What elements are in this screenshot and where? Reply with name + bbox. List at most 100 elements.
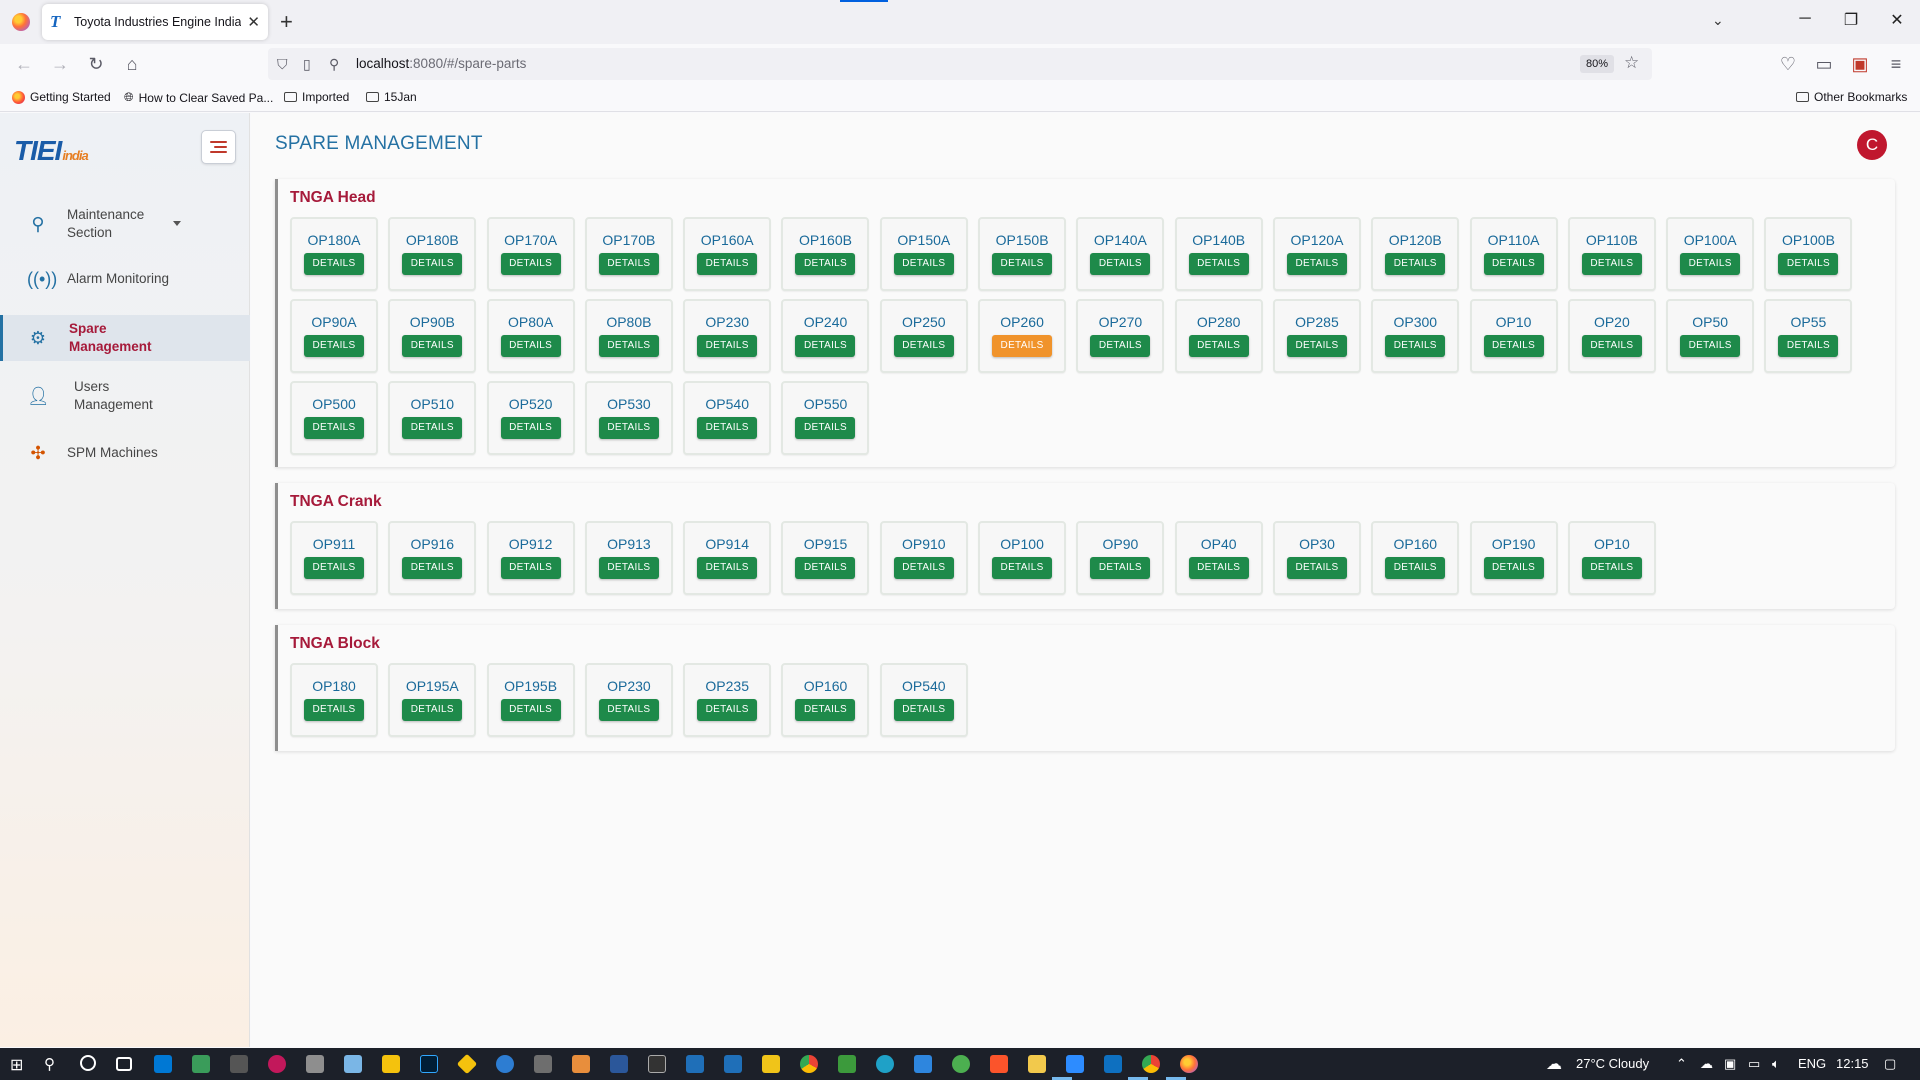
details-button[interactable]: DETAILS	[893, 335, 954, 357]
search-icon[interactable]: ⚲	[44, 1055, 62, 1073]
details-button[interactable]: DETAILS	[697, 253, 758, 275]
details-button[interactable]: DETAILS	[893, 557, 954, 579]
details-button[interactable]: DETAILS	[1090, 253, 1151, 275]
edge-icon[interactable]	[876, 1055, 894, 1073]
app-icon[interactable]	[686, 1055, 704, 1073]
app-icon[interactable]	[496, 1055, 514, 1073]
chrome-icon[interactable]	[800, 1055, 818, 1073]
word-icon[interactable]	[610, 1055, 628, 1073]
bookmark-folder-other[interactable]: Other Bookmarks	[1796, 90, 1907, 104]
details-button[interactable]: DETAILS	[1680, 253, 1741, 275]
browser-tab[interactable]: T Toyota Industries Engine India ✕	[42, 4, 268, 40]
details-button[interactable]: DETAILS	[1286, 253, 1347, 275]
details-button[interactable]: DETAILS	[1286, 557, 1347, 579]
terminal-icon[interactable]	[648, 1055, 666, 1073]
tray-app-icon[interactable]: ▣	[1724, 1056, 1736, 1072]
details-button[interactable]: DETAILS	[402, 417, 463, 439]
sidebar-item-maintenance[interactable]: ⚲ Maintenance Section	[0, 199, 250, 249]
details-button[interactable]: DETAILS	[598, 253, 659, 275]
back-icon[interactable]: ←	[12, 52, 36, 76]
sidebar-item-alarm[interactable]: ((•)) Alarm Monitoring	[0, 261, 250, 297]
list-all-tabs-icon[interactable]: ⌄	[1712, 12, 1724, 29]
details-button[interactable]: DETAILS	[304, 699, 364, 721]
details-button[interactable]: DETAILS	[697, 699, 758, 721]
details-button[interactable]: DETAILS	[795, 557, 856, 579]
app-icon[interactable]	[192, 1055, 210, 1073]
pocket-icon[interactable]: ♡	[1776, 52, 1800, 76]
bookmark-star-icon[interactable]: ☆	[1624, 53, 1639, 73]
close-window-icon[interactable]: ✕	[1882, 10, 1912, 30]
home-icon[interactable]: ⌂	[120, 52, 144, 76]
app-icon[interactable]	[572, 1055, 590, 1073]
details-button[interactable]: DETAILS	[893, 253, 954, 275]
reload-icon[interactable]: ↻	[84, 52, 108, 76]
bookmark-clear-saved[interactable]: 🌐︎ How to Clear Saved Pa...	[124, 90, 273, 105]
details-button[interactable]: DETAILS	[795, 335, 856, 357]
volume-icon[interactable]: 🔈︎	[1772, 1056, 1780, 1072]
details-button[interactable]: DETAILS	[1188, 253, 1249, 275]
details-button[interactable]: DETAILS	[1385, 557, 1446, 579]
weather-text[interactable]: 27°C Cloudy	[1576, 1056, 1649, 1071]
language-indicator[interactable]: ENG	[1798, 1056, 1826, 1071]
app-icon[interactable]	[914, 1055, 932, 1073]
app-icon[interactable]	[534, 1055, 552, 1073]
brave-icon[interactable]	[990, 1055, 1008, 1073]
details-button[interactable]: DETAILS	[893, 699, 954, 721]
details-button[interactable]: DETAILS	[992, 557, 1053, 579]
details-button[interactable]: DETAILS	[1483, 253, 1544, 275]
details-button[interactable]: DETAILS	[598, 699, 659, 721]
tab-close-icon[interactable]: ✕	[247, 13, 260, 31]
details-button[interactable]: DETAILS	[1188, 557, 1249, 579]
app-icon[interactable]	[268, 1055, 286, 1073]
sidebar-item-users[interactable]: 👤︎ Users Management	[0, 373, 250, 419]
details-button[interactable]: DETAILS	[598, 417, 659, 439]
details-button[interactable]: DETAILS	[697, 557, 758, 579]
extension-icon[interactable]: ▣	[1848, 52, 1872, 76]
windows-start-icon[interactable]: ⊞	[10, 1055, 28, 1074]
menu-toggle-button[interactable]	[201, 130, 236, 164]
app-icon[interactable]	[456, 1053, 478, 1075]
details-button[interactable]: DETAILS	[1385, 253, 1446, 275]
details-button[interactable]: DETAILS	[304, 253, 364, 275]
details-button[interactable]: DETAILS	[1483, 557, 1544, 579]
details-button[interactable]: DETAILS	[992, 253, 1053, 275]
details-button[interactable]: DETAILS	[402, 557, 463, 579]
photoshop-icon[interactable]	[420, 1055, 438, 1073]
details-button[interactable]: DETAILS	[992, 335, 1053, 357]
details-button[interactable]: DETAILS	[1778, 253, 1839, 275]
details-button[interactable]: DETAILS	[304, 557, 364, 579]
details-button[interactable]: DETAILS	[304, 335, 364, 357]
app-icon[interactable]	[344, 1055, 362, 1073]
forward-icon[interactable]: →	[48, 52, 72, 76]
app-icon[interactable]	[1066, 1055, 1084, 1073]
details-button[interactable]: DETAILS	[1778, 335, 1839, 357]
reader-view-icon[interactable]: ▭	[1812, 52, 1836, 76]
details-button[interactable]: DETAILS	[1680, 335, 1741, 357]
bookmark-folder-imported[interactable]: Imported	[284, 90, 349, 104]
details-button[interactable]: DETAILS	[402, 335, 463, 357]
details-button[interactable]: DETAILS	[500, 335, 561, 357]
network-icon[interactable]: ▭	[1748, 1056, 1760, 1072]
details-button[interactable]: DETAILS	[500, 699, 561, 721]
details-button[interactable]: DETAILS	[795, 417, 856, 439]
sidebar-item-spm[interactable]: ✣ SPM Machines	[0, 435, 250, 471]
app-icon[interactable]	[724, 1055, 742, 1073]
app-icon[interactable]	[762, 1055, 780, 1073]
details-button[interactable]: DETAILS	[1581, 557, 1642, 579]
bookmark-getting-started[interactable]: Getting Started	[12, 90, 111, 104]
details-button[interactable]: DETAILS	[1483, 335, 1544, 357]
app-icon[interactable]	[838, 1055, 856, 1073]
store-icon[interactable]	[154, 1055, 172, 1073]
details-button[interactable]: DETAILS	[795, 699, 856, 721]
url-bar[interactable]: ⛉ ▯ ⚲ localhost:8080/#/spare-parts 80% ☆	[268, 48, 1652, 80]
details-button[interactable]: DETAILS	[402, 699, 463, 721]
details-button[interactable]: DETAILS	[1188, 335, 1249, 357]
details-button[interactable]: DETAILS	[1581, 335, 1642, 357]
app-icon[interactable]	[382, 1055, 400, 1073]
app-menu-icon[interactable]: ≡	[1884, 52, 1908, 76]
chrome-icon[interactable]	[1142, 1055, 1160, 1073]
page-icon[interactable]: ▯	[303, 54, 311, 74]
details-button[interactable]: DETAILS	[304, 417, 364, 439]
file-explorer-icon[interactable]	[1028, 1055, 1046, 1073]
app-icon[interactable]	[306, 1055, 324, 1073]
